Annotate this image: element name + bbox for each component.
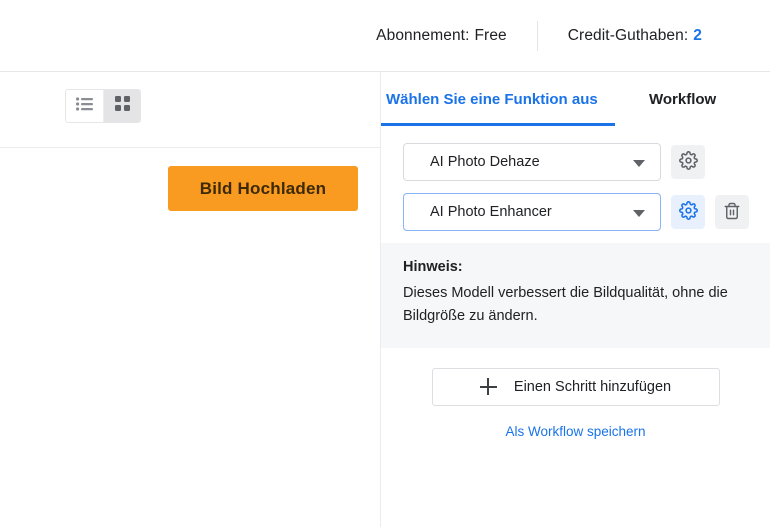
- step-row: AI Photo Enhancer: [381, 193, 770, 231]
- tab-workflow[interactable]: Workflow: [649, 72, 716, 126]
- chevron-down-icon: [633, 210, 645, 217]
- gear-icon: [678, 151, 698, 173]
- add-step-container: Einen Schritt hinzufügen: [381, 367, 770, 406]
- save-workflow-container: Als Workflow speichern: [381, 424, 770, 439]
- function-select-2[interactable]: AI Photo Enhancer: [403, 193, 661, 231]
- panel-tabs: Wählen Sie eine Funktion aus Workflow: [381, 72, 770, 126]
- chevron-down-icon: [633, 160, 645, 167]
- step-list: AI Photo Dehaze AI Photo Enhancer: [381, 126, 770, 231]
- hint-panel: Hinweis: Dieses Modell verbessert die Bi…: [381, 243, 770, 348]
- gear-icon: [678, 201, 698, 223]
- left-toolbar: Bild Hochladen: [0, 72, 380, 211]
- step-settings-button-1[interactable]: [671, 145, 705, 179]
- tab-select-function[interactable]: Wählen Sie eine Funktion aus: [381, 72, 615, 126]
- top-header-bar: Abonnement: Free Credit-Guthaben: 2: [0, 0, 770, 72]
- left-workspace-pane: Bild Hochladen: [0, 72, 380, 527]
- add-step-label: Einen Schritt hinzufügen: [513, 378, 672, 395]
- subscription-label: Abonnement:: [376, 26, 470, 44]
- subscription-status: Abonnement: Free: [376, 27, 507, 45]
- hint-title: Hinweis:: [403, 259, 463, 275]
- credit-balance-value: 2: [693, 26, 702, 44]
- step-row: AI Photo Dehaze: [381, 143, 770, 181]
- grid-view-button[interactable]: [103, 90, 140, 122]
- credit-balance-label: Credit-Guthaben:: [567, 26, 689, 44]
- app-root: Abonnement: Free Credit-Guthaben: 2 Bild…: [0, 0, 770, 527]
- grid-view-icon: [114, 96, 130, 116]
- tab-select-function-label: Wählen Sie eine Funktion aus: [386, 90, 598, 108]
- plus-icon: [479, 378, 497, 396]
- upload-image-button[interactable]: Bild Hochladen: [168, 166, 358, 211]
- trash-icon: [723, 202, 741, 223]
- list-view-icon: [76, 96, 93, 116]
- save-workflow-link[interactable]: Als Workflow speichern: [505, 424, 645, 439]
- subscription-value: Free: [474, 26, 507, 44]
- function-panel: Wählen Sie eine Funktion aus Workflow AI…: [380, 72, 770, 527]
- list-view-button[interactable]: [66, 90, 103, 122]
- account-status-group: Abonnement: Free Credit-Guthaben: 2: [376, 0, 770, 71]
- credit-balance: Credit-Guthaben: 2: [568, 27, 702, 45]
- step-delete-button-2[interactable]: [715, 195, 749, 229]
- tab-workflow-label: Workflow: [649, 90, 717, 108]
- view-mode-toggle-group[interactable]: [65, 89, 141, 123]
- header-divider: [536, 20, 538, 51]
- function-select-1[interactable]: AI Photo Dehaze: [403, 143, 661, 181]
- function-select-2-value: AI Photo Enhancer: [430, 204, 552, 220]
- hint-body: Dieses Modell verbessert die Bildqualitä…: [403, 285, 728, 324]
- function-select-1-value: AI Photo Dehaze: [430, 154, 540, 170]
- add-step-button[interactable]: Einen Schritt hinzufügen: [431, 367, 720, 406]
- step-settings-button-2[interactable]: [671, 195, 705, 229]
